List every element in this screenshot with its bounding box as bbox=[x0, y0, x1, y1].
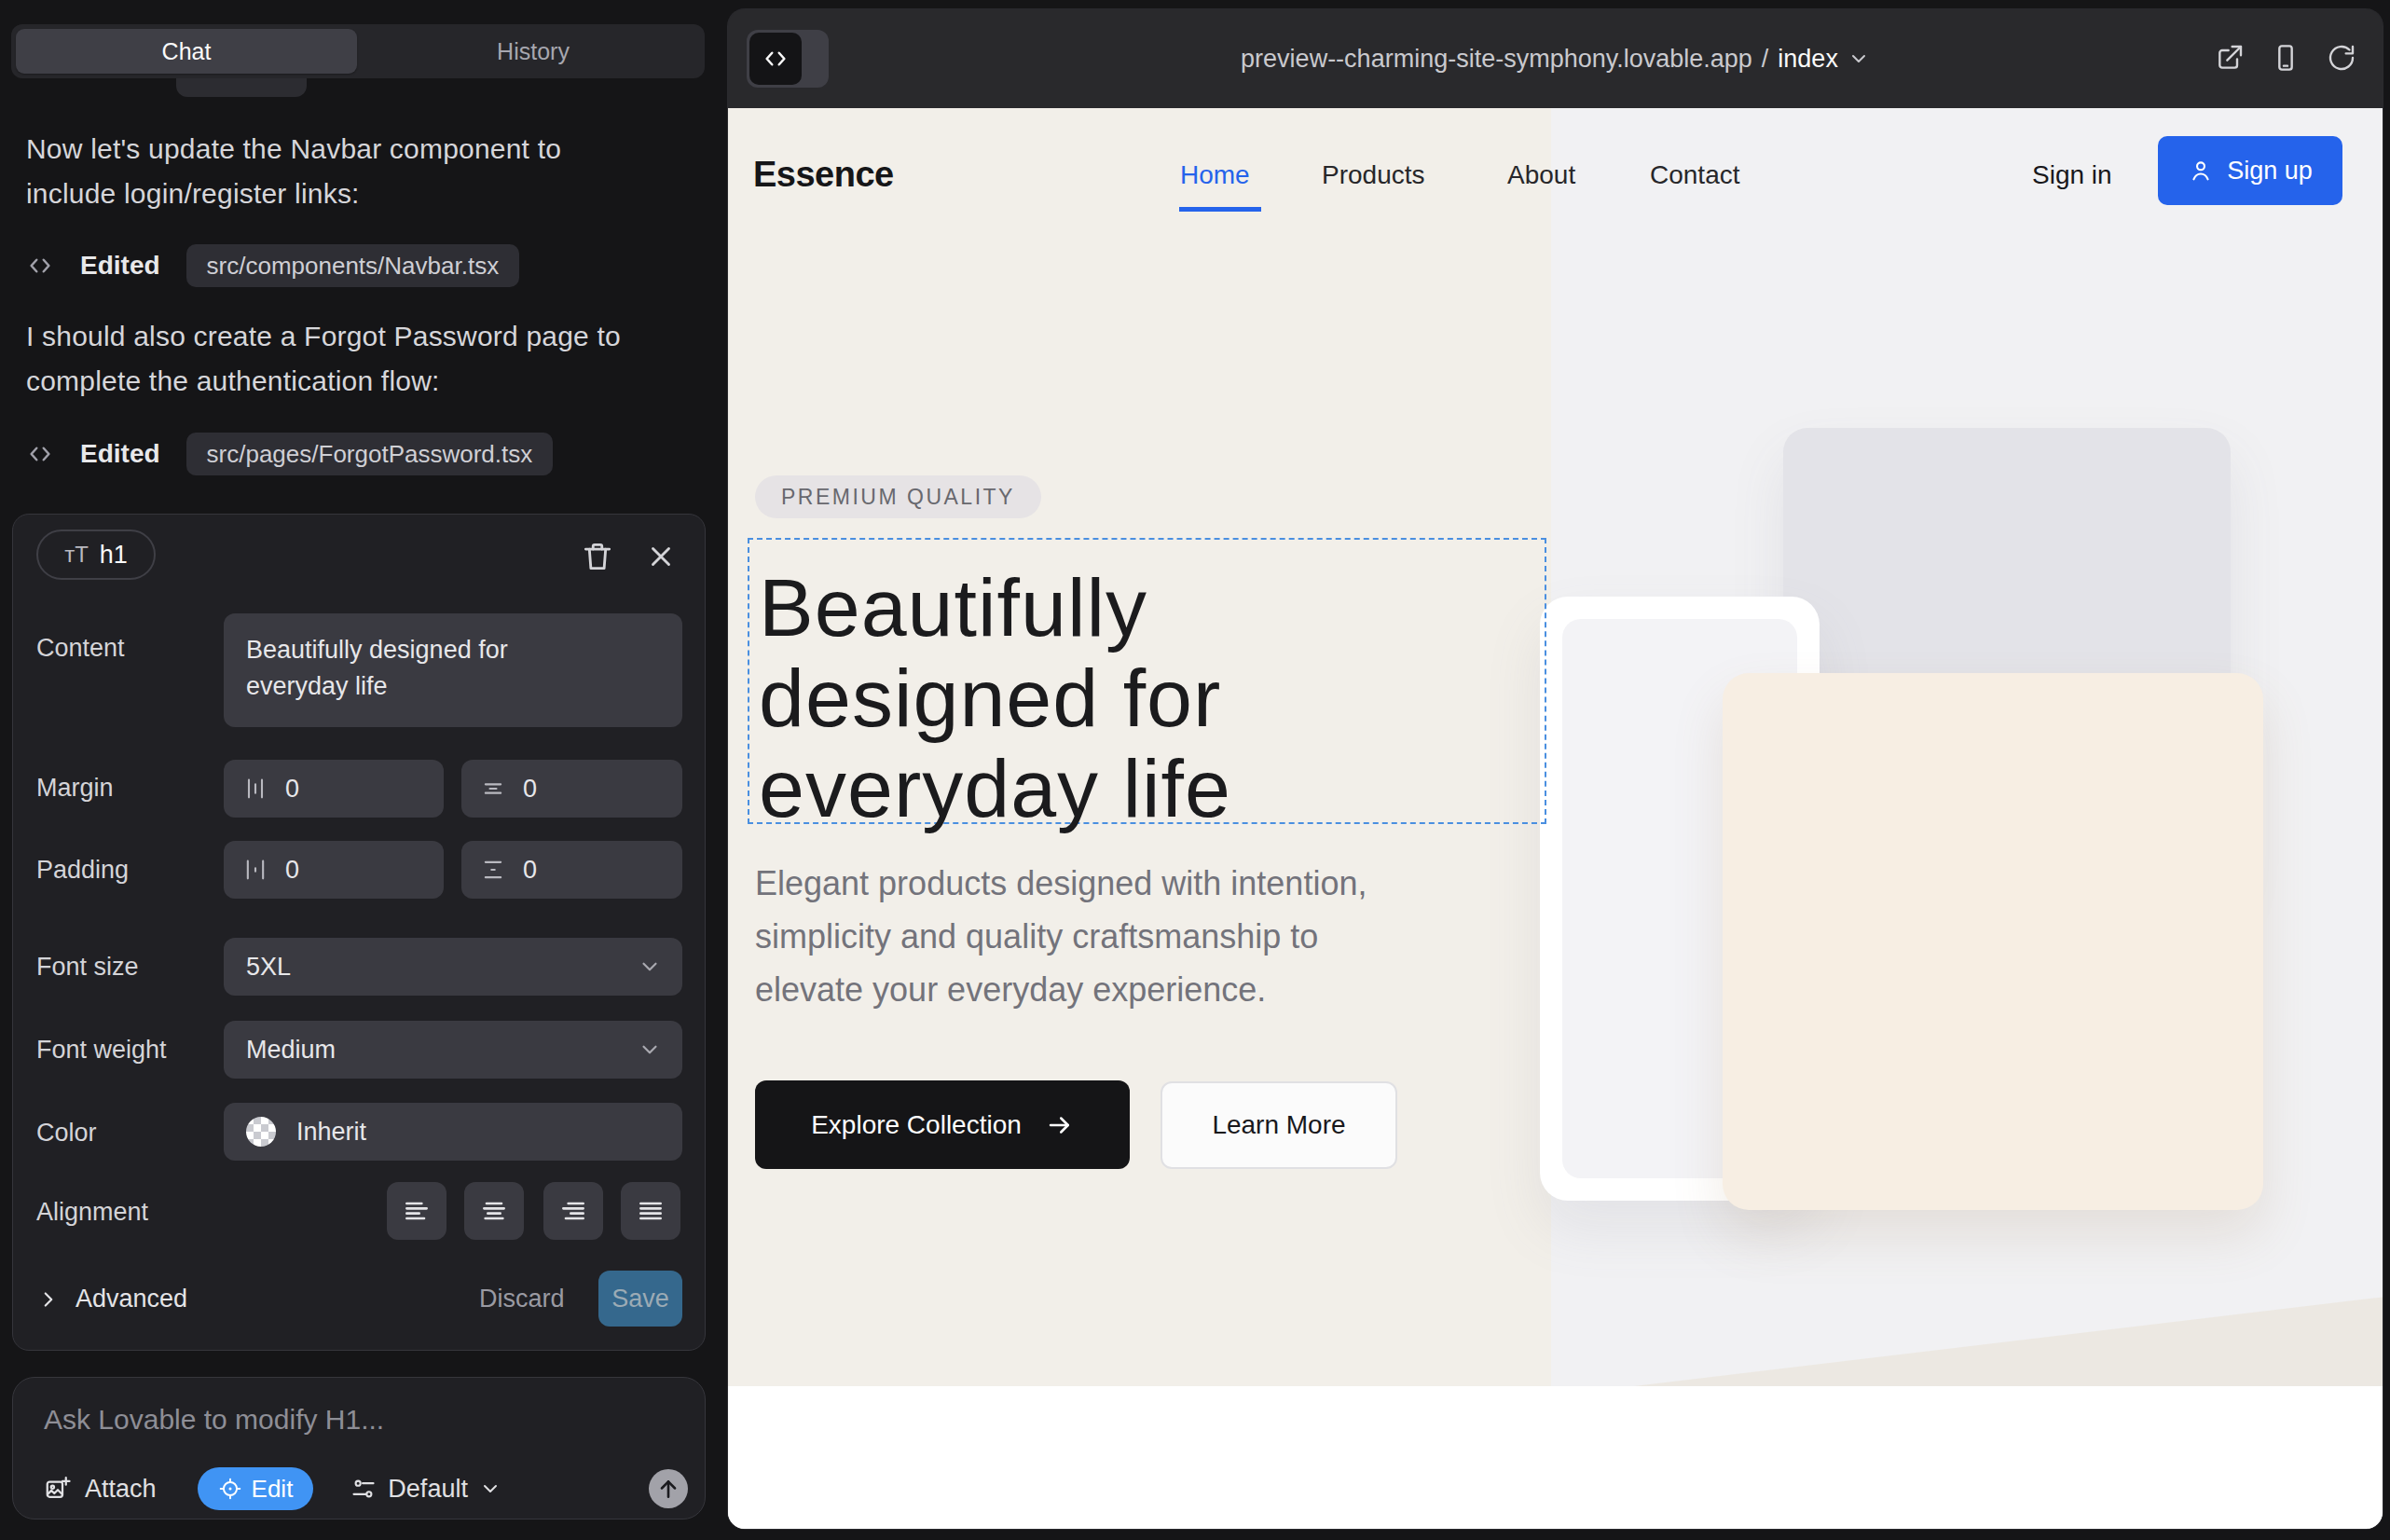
toolbar-actions bbox=[2215, 43, 2356, 73]
selected-element-pill[interactable]: тT h1 bbox=[36, 529, 156, 580]
edited-file-badge[interactable]: src/pages/ForgotPassword.tsx bbox=[186, 433, 554, 475]
alignment-label: Alignment bbox=[36, 1198, 148, 1227]
tab-history[interactable]: History bbox=[362, 24, 705, 78]
preview-path: index bbox=[1778, 45, 1838, 74]
color-swatch bbox=[246, 1117, 276, 1147]
close-panel-button[interactable] bbox=[645, 541, 677, 572]
hero-headline[interactable]: Beautifully designed for everyday life bbox=[759, 562, 1374, 833]
chat-composer[interactable]: Ask Lovable to modify H1... Attach Edit … bbox=[12, 1377, 706, 1519]
composer-placeholder: Ask Lovable to modify H1... bbox=[44, 1404, 384, 1436]
sign-up-button[interactable]: Sign up bbox=[2158, 136, 2342, 205]
arrow-right-icon bbox=[1046, 1111, 1074, 1139]
nav-link-contact[interactable]: Contact bbox=[1650, 160, 1740, 190]
margin-x-input[interactable]: 0 bbox=[224, 760, 444, 818]
hero-paragraph: Elegant products designed with intention… bbox=[755, 857, 1408, 1016]
padding-x-input[interactable]: 0 bbox=[224, 841, 444, 899]
margin-label: Margin bbox=[36, 774, 114, 803]
advanced-toggle[interactable]: Advanced bbox=[36, 1285, 187, 1313]
section-below bbox=[728, 1386, 2383, 1529]
lovable-workspace: Chat History Now let's update the Navbar… bbox=[0, 0, 2390, 1540]
model-default-selector[interactable]: Default bbox=[350, 1475, 501, 1504]
site-navbar: Essence Home Products About Contact Sign… bbox=[728, 108, 2383, 248]
edited-label: Edited bbox=[80, 439, 160, 469]
path-separator: / bbox=[1762, 45, 1769, 74]
sidebar-tabbar: Chat History bbox=[11, 24, 705, 78]
nav-link-products[interactable]: Products bbox=[1322, 160, 1425, 190]
code-icon bbox=[26, 252, 54, 280]
tab-chat[interactable]: Chat bbox=[11, 24, 362, 78]
attach-button[interactable]: Attach bbox=[44, 1475, 157, 1504]
chevron-down-icon bbox=[638, 1038, 662, 1062]
scrolled-badge-remnant bbox=[176, 78, 307, 97]
margin-y-input[interactable]: 0 bbox=[461, 760, 682, 818]
edited-label: Edited bbox=[80, 251, 160, 281]
learn-more-button[interactable]: Learn More bbox=[1161, 1081, 1397, 1169]
edit-mode-button[interactable]: Edit bbox=[198, 1467, 314, 1510]
font-weight-label: Font weight bbox=[36, 1036, 167, 1065]
arrow-up-icon bbox=[656, 1477, 680, 1501]
nav-link-about[interactable]: About bbox=[1507, 160, 1575, 190]
discard-button[interactable]: Discard bbox=[479, 1285, 572, 1313]
align-center-button[interactable] bbox=[464, 1182, 524, 1240]
send-button[interactable] bbox=[649, 1469, 688, 1508]
url-bar[interactable]: preview--charming-site-symphony.lovable.… bbox=[728, 9, 2383, 108]
premium-quality-badge: PREMIUM QUALITY bbox=[755, 475, 1041, 518]
padding-label: Padding bbox=[36, 856, 129, 885]
align-justify-button[interactable] bbox=[621, 1182, 680, 1240]
preview-browser: preview--charming-site-symphony.lovable.… bbox=[728, 9, 2383, 1529]
target-icon bbox=[218, 1477, 242, 1501]
chevron-down-icon bbox=[479, 1478, 501, 1500]
preview-url: preview--charming-site-symphony.lovable.… bbox=[1241, 45, 1752, 74]
font-size-label: Font size bbox=[36, 953, 139, 982]
decor-card-beige bbox=[1723, 673, 2263, 1210]
sidebar: Chat History Now let's update the Navbar… bbox=[0, 0, 728, 1540]
browser-toolbar: preview--charming-site-symphony.lovable.… bbox=[728, 9, 2383, 108]
element-tag: h1 bbox=[100, 541, 128, 570]
typography-icon: тT bbox=[64, 542, 89, 568]
code-icon bbox=[26, 440, 54, 468]
nav-link-home[interactable]: Home bbox=[1180, 160, 1250, 190]
content-input[interactable]: Beautifully designed for everyday life bbox=[224, 613, 682, 727]
edited-file-row[interactable]: Edited src/pages/ForgotPassword.tsx bbox=[26, 433, 553, 475]
site-preview: Essence Home Products About Contact Sign… bbox=[728, 108, 2383, 1529]
sign-in-link[interactable]: Sign in bbox=[2032, 160, 2112, 190]
color-label: Color bbox=[36, 1119, 97, 1148]
color-select[interactable]: Inherit bbox=[224, 1103, 682, 1161]
hero-section: Essence Home Products About Contact Sign… bbox=[728, 108, 2383, 1386]
chevron-down-icon bbox=[1847, 48, 1870, 70]
edited-file-badge[interactable]: src/components/Navbar.tsx bbox=[186, 244, 520, 287]
element-editor-panel: тT h1 Content Beautifully designed for e… bbox=[12, 514, 706, 1351]
refresh-icon[interactable] bbox=[2327, 43, 2356, 73]
font-weight-select[interactable]: Medium bbox=[224, 1021, 682, 1079]
align-right-button[interactable] bbox=[543, 1182, 603, 1240]
chat-message: I should also create a Forgot Password p… bbox=[26, 314, 669, 404]
open-external-icon[interactable] bbox=[2215, 43, 2245, 73]
composer-toolbar: Attach Edit Default bbox=[44, 1465, 501, 1512]
explore-collection-button[interactable]: Explore Collection bbox=[755, 1080, 1130, 1169]
delete-element-button[interactable] bbox=[580, 539, 615, 574]
save-button[interactable]: Save bbox=[598, 1271, 682, 1327]
font-size-select[interactable]: 5XL bbox=[224, 938, 682, 996]
user-icon bbox=[2188, 158, 2214, 184]
mobile-preview-icon[interactable] bbox=[2271, 43, 2301, 73]
content-label: Content bbox=[36, 634, 125, 663]
padding-y-input[interactable]: 0 bbox=[461, 841, 682, 899]
chevron-down-icon bbox=[638, 955, 662, 979]
site-logo[interactable]: Essence bbox=[753, 155, 894, 195]
nav-active-underline bbox=[1179, 207, 1261, 212]
align-left-button[interactable] bbox=[387, 1182, 446, 1240]
chat-message: Now let's update the Navbar component to… bbox=[26, 127, 641, 216]
edited-file-row[interactable]: Edited src/components/Navbar.tsx bbox=[26, 244, 519, 287]
image-plus-icon bbox=[44, 1475, 72, 1503]
sliders-icon bbox=[350, 1476, 377, 1502]
